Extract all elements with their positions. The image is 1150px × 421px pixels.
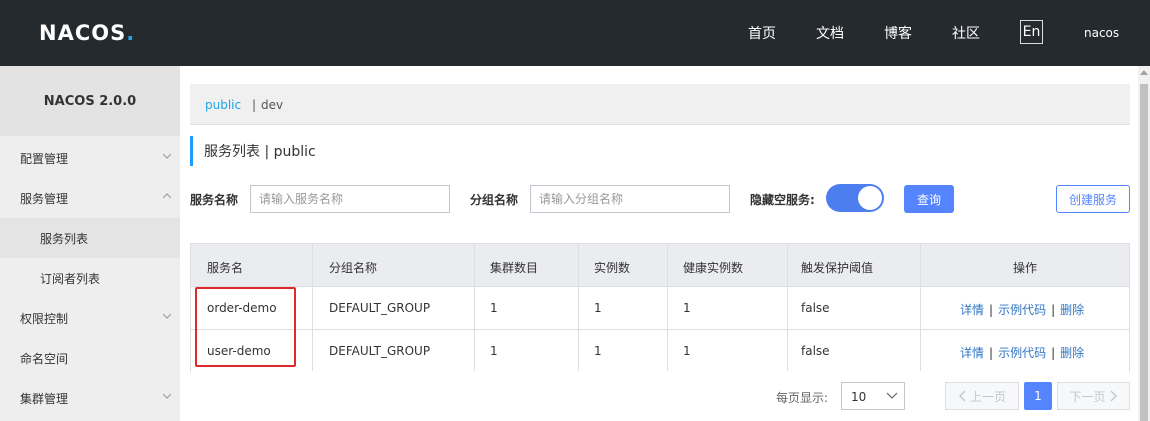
detail-link[interactable]: 详情 bbox=[960, 346, 984, 360]
scrollbar-thumb[interactable] bbox=[1140, 84, 1148, 421]
next-page-button[interactable]: 下一页 bbox=[1057, 382, 1130, 410]
nacos-logo[interactable]: NACOS. bbox=[39, 20, 134, 46]
chevron-left-icon bbox=[958, 390, 966, 402]
op-separator: | bbox=[1051, 303, 1056, 317]
service-name-label: 服务名称 bbox=[190, 193, 239, 207]
user-name[interactable]: nacos bbox=[1084, 26, 1119, 40]
query-button[interactable]: 查询 bbox=[904, 185, 954, 213]
sample-code-link[interactable]: 示例代码 bbox=[998, 303, 1046, 317]
hide-empty-label: 隐藏空服务: bbox=[750, 193, 815, 207]
namespace-bar: public | dev bbox=[190, 84, 1130, 125]
sidebar-item-cluster-management[interactable]: 集群管理 bbox=[0, 378, 180, 418]
nav-community[interactable]: 社区 bbox=[952, 23, 980, 43]
nav-docs[interactable]: 文档 bbox=[816, 23, 844, 43]
op-separator: | bbox=[989, 303, 994, 317]
service-name-input[interactable] bbox=[250, 185, 450, 213]
cell-group-name: DEFAULT_GROUP bbox=[329, 301, 431, 315]
cell-protect-threshold: false bbox=[801, 344, 830, 358]
sidebar-item-label: 服务列表 bbox=[40, 231, 89, 246]
nav-home[interactable]: 首页 bbox=[748, 23, 776, 43]
next-page-label: 下一页 bbox=[1069, 389, 1106, 404]
sidebar-item-label: 配置管理 bbox=[20, 151, 69, 166]
vertical-scrollbar[interactable] bbox=[1138, 66, 1150, 421]
hide-empty-toggle[interactable] bbox=[826, 184, 884, 212]
group-name-label: 分组名称 bbox=[470, 193, 519, 207]
nav-blog[interactable]: 博客 bbox=[884, 23, 912, 43]
cell-operations: 详情 | 示例代码 | 删除 bbox=[960, 344, 1084, 361]
scroll-up-arrow-icon[interactable] bbox=[1140, 70, 1148, 75]
namespace-separator: | bbox=[252, 98, 257, 112]
sidebar-item-label: 服务管理 bbox=[20, 191, 69, 206]
column-header: 分组名称 bbox=[329, 261, 378, 275]
namespace-public[interactable]: public bbox=[205, 98, 241, 112]
column-header: 实例数 bbox=[594, 261, 631, 275]
delete-link[interactable]: 删除 bbox=[1060, 303, 1084, 317]
chevron-down-icon bbox=[163, 153, 171, 159]
chevron-up-icon bbox=[163, 193, 171, 199]
prev-page-button[interactable]: 上一页 bbox=[945, 382, 1019, 410]
sidebar-item-label: 订阅者列表 bbox=[40, 271, 101, 286]
chevron-down-icon bbox=[886, 392, 898, 399]
logo-text: NACOS bbox=[39, 21, 127, 45]
sidebar-version: NACOS 2.0.0 bbox=[0, 66, 180, 136]
chevron-down-icon bbox=[163, 313, 171, 319]
column-divider bbox=[787, 244, 788, 371]
table-header: 服务名 分组名称 集群数目 实例数 健康实例数 触发保护阈值 操作 bbox=[191, 244, 1129, 287]
table-row: order-demo DEFAULT_GROUP 1 1 1 false 详情 |… bbox=[191, 287, 1129, 330]
page-size-select[interactable]: 10 bbox=[841, 382, 905, 410]
service-table: 服务名 分组名称 集群数目 实例数 健康实例数 触发保护阈值 操作 order-… bbox=[190, 243, 1130, 373]
cell-cluster-count: 1 bbox=[490, 344, 498, 358]
column-divider bbox=[474, 244, 475, 371]
column-divider bbox=[312, 244, 313, 371]
column-header: 操作 bbox=[1013, 261, 1038, 275]
column-header: 集群数目 bbox=[490, 261, 539, 275]
sidebar-item-label: 权限控制 bbox=[20, 311, 69, 326]
logo-dot: . bbox=[126, 21, 135, 45]
delete-link[interactable]: 删除 bbox=[1060, 346, 1084, 360]
cell-healthy-count: 1 bbox=[683, 301, 691, 315]
sidebar-item-subscriber-list[interactable]: 订阅者列表 bbox=[0, 258, 180, 298]
table-row: user-demo DEFAULT_GROUP 1 1 1 false 详情 | 示… bbox=[191, 330, 1129, 373]
page-size-value: 10 bbox=[851, 390, 867, 404]
group-name-input[interactable] bbox=[530, 185, 730, 213]
cell-cluster-count: 1 bbox=[490, 301, 498, 315]
page-size-label: 每页显示: bbox=[776, 391, 829, 405]
top-header: NACOS. 首页 文档 博客 社区 En nacos bbox=[0, 0, 1150, 66]
page-number-current[interactable]: 1 bbox=[1024, 382, 1052, 410]
create-service-button[interactable]: 创建服务 bbox=[1056, 185, 1130, 213]
cell-protect-threshold: false bbox=[801, 301, 830, 315]
sidebar-item-label: 集群管理 bbox=[20, 391, 69, 406]
column-divider bbox=[578, 244, 579, 371]
detail-link[interactable]: 详情 bbox=[960, 303, 984, 317]
toggle-knob bbox=[858, 186, 882, 210]
sidebar: NACOS 2.0.0 配置管理 服务管理 服务列表 订阅者列表 权限控制 命名… bbox=[0, 66, 180, 421]
language-switch-button[interactable]: En bbox=[1020, 20, 1043, 44]
cell-healthy-count: 1 bbox=[683, 344, 691, 358]
namespace-dev[interactable]: dev bbox=[261, 98, 283, 112]
cell-instance-count: 1 bbox=[594, 301, 602, 315]
op-separator: | bbox=[989, 346, 994, 360]
sidebar-item-namespace[interactable]: 命名空间 bbox=[0, 338, 180, 378]
cell-group-name: DEFAULT_GROUP bbox=[329, 344, 431, 358]
sidebar-item-service-management[interactable]: 服务管理 bbox=[0, 178, 180, 218]
column-divider bbox=[667, 244, 668, 371]
cell-operations: 详情 | 示例代码 | 删除 bbox=[960, 301, 1084, 318]
sidebar-item-label: 命名空间 bbox=[20, 351, 69, 366]
prev-page-label: 上一页 bbox=[969, 389, 1006, 404]
column-divider bbox=[920, 244, 921, 371]
sample-code-link[interactable]: 示例代码 bbox=[998, 346, 1046, 360]
column-header: 健康实例数 bbox=[683, 261, 744, 275]
chevron-right-icon bbox=[1110, 390, 1117, 402]
op-separator: | bbox=[1051, 346, 1056, 360]
column-header: 服务名 bbox=[207, 261, 244, 275]
chevron-down-icon bbox=[163, 393, 171, 399]
page-title: 服务列表 | public bbox=[190, 136, 316, 166]
column-header: 触发保护阈值 bbox=[801, 261, 874, 275]
sidebar-item-permission-control[interactable]: 权限控制 bbox=[0, 298, 180, 338]
cell-instance-count: 1 bbox=[594, 344, 602, 358]
service-name-highlight-box bbox=[195, 287, 296, 367]
sidebar-item-config-management[interactable]: 配置管理 bbox=[0, 138, 180, 178]
sidebar-item-service-list[interactable]: 服务列表 bbox=[0, 218, 180, 258]
